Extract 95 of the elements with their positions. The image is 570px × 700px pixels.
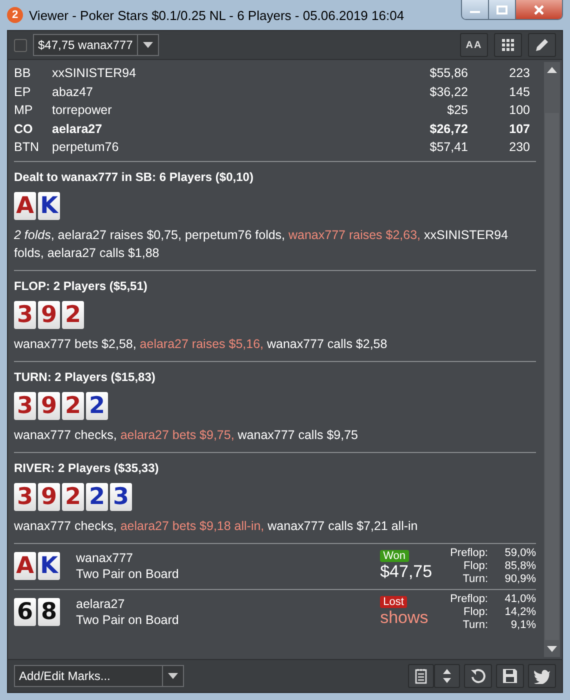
position-label: CO bbox=[14, 122, 34, 136]
equity-label: Preflop: bbox=[450, 546, 488, 560]
equity-value: 9,1% bbox=[510, 618, 536, 632]
maximize-icon bbox=[496, 4, 508, 14]
playing-card: A bbox=[14, 192, 36, 220]
playing-card: K bbox=[38, 192, 60, 220]
playing-card: 2 bbox=[62, 482, 84, 510]
position-label: EP bbox=[14, 84, 32, 99]
checkbox[interactable] bbox=[14, 38, 27, 52]
playing-card: 3 bbox=[14, 392, 36, 420]
hand-description: Two Pair on Board bbox=[76, 613, 180, 627]
street-heading: RIVER: 2 Players ($35,33) bbox=[14, 460, 160, 474]
playing-card: K bbox=[38, 552, 60, 580]
big-blinds-count: 100 bbox=[508, 103, 531, 118]
position-label: MP bbox=[14, 103, 34, 118]
equity-label: Preflop: bbox=[450, 592, 488, 606]
app-icon: 2 bbox=[7, 7, 23, 23]
player-name: aelara27 bbox=[52, 122, 104, 136]
equity-value: 14,2% bbox=[504, 606, 536, 618]
equity-label: Turn: bbox=[462, 572, 488, 586]
player-name: torrepower bbox=[52, 103, 113, 118]
stack-amount: $25 bbox=[446, 103, 468, 118]
action-log: wanax777 bets $2,58, aelara27 raises $5,16, wanax777 calls $2,58 bbox=[14, 336, 388, 352]
player-name: wanax777 bbox=[76, 551, 134, 565]
player-name: aelara27 bbox=[76, 597, 126, 611]
font-size-button[interactable]: AA bbox=[460, 33, 488, 57]
player-name: xxSINISTER94 bbox=[52, 66, 138, 80]
edit-button[interactable] bbox=[528, 33, 556, 57]
save-button[interactable] bbox=[496, 664, 524, 688]
stack-amount: $55,86 bbox=[428, 66, 468, 80]
hand-description: Two Pair on Board bbox=[76, 567, 180, 581]
playing-card: 8 bbox=[38, 598, 60, 626]
maximize-button[interactable] bbox=[489, 0, 516, 19]
player-name: abaz47 bbox=[52, 84, 94, 99]
close-button[interactable] bbox=[516, 0, 562, 19]
up-down-icon bbox=[443, 668, 451, 684]
street-heading: Dealt to wanax777 in SB: 6 Players ($0,10) bbox=[14, 170, 254, 184]
minimize-button[interactable] bbox=[462, 0, 489, 19]
equity-value: 41,0% bbox=[504, 592, 536, 606]
big-blinds-count: 230 bbox=[508, 140, 531, 154]
playing-card: 9 bbox=[38, 392, 60, 420]
player-name: perpetum76 bbox=[52, 140, 120, 154]
position-label: BB bbox=[14, 66, 32, 80]
scroll-up-icon bbox=[547, 67, 557, 73]
playing-card: 2 bbox=[62, 392, 84, 420]
playing-card: 3 bbox=[110, 482, 132, 510]
equity-value: 85,8% bbox=[504, 560, 536, 572]
marks-select[interactable]: Add/Edit Marks... bbox=[14, 665, 184, 687]
result-badge: Lost bbox=[380, 596, 407, 608]
playing-card: 2 bbox=[62, 300, 84, 328]
replay-button[interactable] bbox=[464, 664, 492, 688]
grid-button[interactable] bbox=[494, 33, 522, 57]
playing-card: 2 bbox=[86, 482, 108, 510]
playing-card: 3 bbox=[14, 482, 36, 510]
playing-card: 6 bbox=[14, 598, 36, 626]
equity-label: Flop: bbox=[462, 560, 488, 572]
playing-card: A bbox=[14, 552, 36, 580]
scrollbar[interactable] bbox=[544, 62, 560, 657]
street-heading: FLOP: 2 Players ($5,51) bbox=[14, 278, 148, 292]
bird-icon bbox=[533, 668, 551, 684]
playing-card: 9 bbox=[38, 482, 60, 510]
big-blinds-count: 145 bbox=[508, 84, 531, 99]
stack-amount: $26,72 bbox=[428, 122, 468, 136]
playing-card: 3 bbox=[14, 300, 36, 328]
equity-value: 90,9% bbox=[504, 572, 536, 586]
close-icon bbox=[533, 4, 545, 14]
hand-select[interactable]: $47,75 wanax777 bbox=[33, 34, 159, 56]
big-blinds-count: 223 bbox=[508, 66, 531, 80]
action-log: wanax777 checks, aelara27 bets $9,75, wanax777 calls $9,75 bbox=[14, 426, 359, 444]
result-badge: Won bbox=[380, 550, 408, 562]
dropdown-arrow-icon bbox=[142, 42, 153, 48]
result-amount: shows bbox=[380, 608, 428, 628]
sort-button[interactable] bbox=[434, 664, 460, 688]
equity-label: Flop: bbox=[462, 606, 488, 618]
result-amount: $47,75 bbox=[380, 562, 432, 582]
equity-label: Turn: bbox=[462, 618, 488, 632]
grid-icon bbox=[502, 39, 514, 51]
street-heading: TURN: 2 Players ($15,83) bbox=[14, 370, 156, 384]
pencil-icon bbox=[534, 37, 550, 53]
action-log: 2 folds, aelara27 raises $0,75, perpetum76 folds, wanax777 raises $2,63, xxSINISTER94 folds, aelara27 calls $1,88 bbox=[14, 226, 510, 262]
window-title: Viewer - Poker Stars $0.1/0.25 NL - 6 Players - 05.06.2019 16:04 bbox=[29, 8, 406, 22]
notes-button[interactable] bbox=[408, 664, 434, 688]
share-button[interactable] bbox=[528, 664, 556, 688]
action-log: wanax777 checks, aelara27 bets $9,18 all-in, wanax777 calls $7,21 all-in bbox=[14, 518, 419, 534]
stack-amount: $36,22 bbox=[428, 84, 468, 99]
big-blinds-count: 107 bbox=[508, 122, 531, 136]
stack-amount: $57,41 bbox=[428, 140, 468, 154]
playing-card: 2 bbox=[86, 392, 108, 420]
playing-card: 9 bbox=[38, 300, 60, 328]
scroll-down-icon bbox=[547, 646, 557, 652]
position-label: BTN bbox=[14, 140, 40, 154]
dropdown-arrow-icon bbox=[168, 673, 178, 679]
equity-value: 59,0% bbox=[504, 546, 536, 560]
refresh-icon bbox=[470, 668, 486, 684]
notepad-icon bbox=[415, 668, 427, 684]
